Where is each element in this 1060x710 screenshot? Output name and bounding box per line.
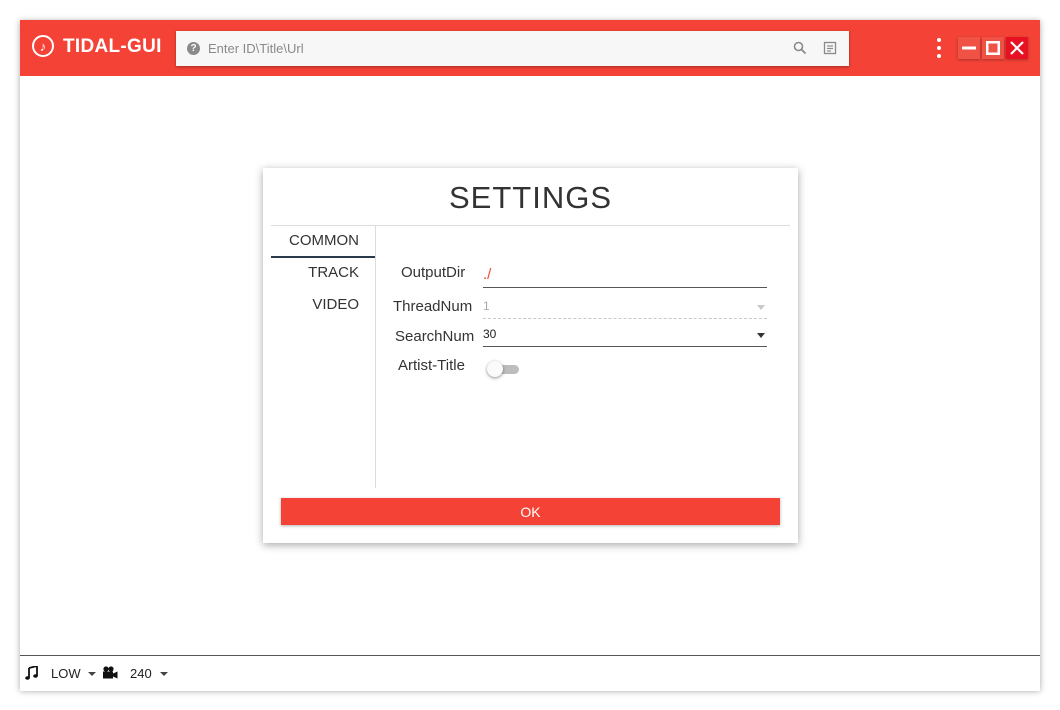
settings-dialog: SETTINGS COMMON TRACK VIDEO OutputDir Th… [263, 168, 798, 543]
artist-title-label: Artist-Title [398, 357, 465, 374]
maximize-button[interactable] [982, 37, 1004, 59]
search-box: ? [176, 31, 849, 66]
list-icon[interactable] [823, 41, 837, 55]
main-content: SETTINGS COMMON TRACK VIDEO OutputDir Th… [20, 76, 1040, 655]
chevron-down-icon[interactable] [160, 672, 168, 676]
tab-video[interactable]: VIDEO [312, 296, 359, 313]
tab-track[interactable]: TRACK [308, 264, 359, 281]
search-num-label: SearchNum [395, 328, 475, 345]
title-bar: ♪ TIDAL-GUI ? [20, 20, 1040, 76]
chevron-down-icon [757, 305, 765, 310]
thread-num-select: 1 [483, 299, 767, 319]
maximize-icon [986, 41, 1000, 55]
audio-quality-select[interactable]: LOW [51, 666, 81, 681]
video-quality-select[interactable]: 240 [130, 666, 152, 681]
help-icon[interactable]: ? [187, 42, 200, 55]
search-num-value: 30 [483, 327, 497, 341]
more-vert-icon[interactable] [936, 38, 942, 58]
dialog-title: SETTINGS [448, 180, 612, 215]
ok-button[interactable]: OK [281, 498, 780, 525]
chevron-down-icon [757, 333, 765, 338]
minimize-icon [962, 46, 976, 50]
artist-title-toggle[interactable] [487, 360, 521, 378]
video-camera-icon [103, 666, 118, 679]
chevron-down-icon[interactable] [88, 672, 96, 676]
app-window: ♪ TIDAL-GUI ? Enter ID\Title\Url SETTING… [20, 20, 1040, 691]
output-dir-label: OutputDir [401, 264, 466, 281]
search-num-select[interactable]: 30 [483, 327, 767, 347]
settings-tabs: COMMON TRACK VIDEO [271, 226, 376, 488]
music-note-icon: ♪ [32, 35, 54, 57]
active-tab-indicator [271, 256, 375, 258]
thread-num-value: 1 [483, 299, 490, 313]
status-bar: LOW 240 [20, 655, 1040, 691]
close-button[interactable] [1006, 37, 1028, 59]
app-title: TIDAL-GUI [63, 36, 162, 57]
minimize-button[interactable] [958, 37, 980, 59]
thread-num-label: ThreadNum [393, 298, 473, 315]
music-note-icon [25, 666, 38, 680]
toggle-thumb [487, 361, 503, 377]
search-icon[interactable] [793, 41, 807, 55]
tab-common[interactable]: COMMON [289, 232, 359, 249]
close-icon [1010, 41, 1024, 55]
search-input[interactable] [208, 39, 768, 57]
output-dir-field[interactable] [483, 261, 767, 288]
